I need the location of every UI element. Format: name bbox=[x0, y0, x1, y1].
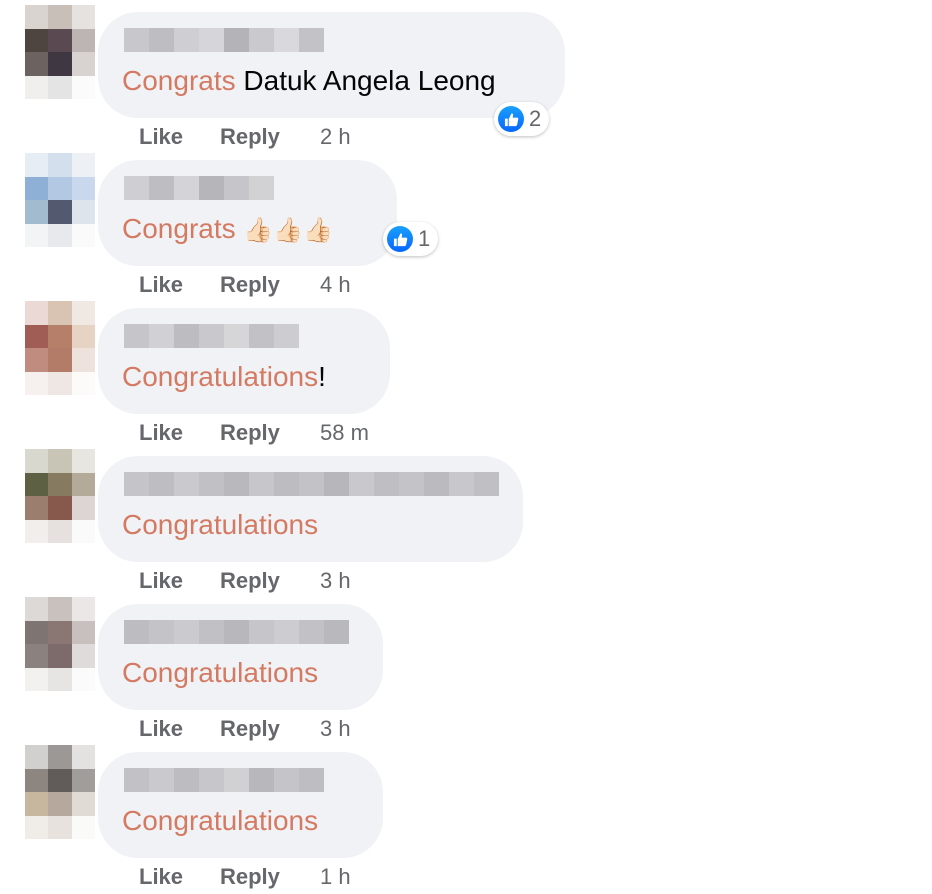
timestamp[interactable]: 1 h bbox=[320, 864, 351, 890]
commenter-name-blurred[interactable] bbox=[124, 28, 324, 52]
reply-link[interactable]: Reply bbox=[220, 568, 280, 594]
timestamp[interactable]: 4 h bbox=[320, 272, 351, 298]
avatar[interactable] bbox=[25, 301, 95, 395]
like-link[interactable]: Like bbox=[139, 272, 183, 298]
comment-rest: ! bbox=[318, 361, 326, 392]
comment-bubble: Congratulations! bbox=[98, 308, 390, 414]
like-link[interactable]: Like bbox=[139, 124, 183, 150]
comment-text: Congrats Datuk Angela Leong bbox=[122, 64, 496, 98]
reply-link[interactable]: Reply bbox=[220, 272, 280, 298]
comment-text: Congratulations bbox=[122, 508, 318, 542]
timestamp[interactable]: 3 h bbox=[320, 568, 351, 594]
like-link[interactable]: Like bbox=[139, 420, 183, 446]
avatar[interactable] bbox=[25, 153, 95, 247]
comment-highlight: Congratulations bbox=[122, 657, 319, 688]
reply-link[interactable]: Reply bbox=[220, 716, 280, 742]
comment-text: Congrats 👍🏻👍🏻👍🏻 bbox=[122, 212, 333, 248]
comment-highlight: Congrats bbox=[122, 65, 236, 96]
timestamp[interactable]: 58 m bbox=[320, 420, 369, 446]
comment-text: Congratulations bbox=[122, 804, 318, 838]
reply-link[interactable]: Reply bbox=[220, 420, 280, 446]
avatar[interactable] bbox=[25, 597, 95, 691]
commenter-name-blurred[interactable] bbox=[124, 472, 499, 496]
comment-bubble: Congrats 👍🏻👍🏻👍🏻 bbox=[98, 160, 397, 266]
commenter-name-blurred[interactable] bbox=[124, 768, 324, 792]
like-link[interactable]: Like bbox=[139, 716, 183, 742]
commenter-name-blurred[interactable] bbox=[124, 176, 274, 200]
comment-highlight: Congrats bbox=[122, 213, 236, 244]
comment-highlight: Congratulations bbox=[122, 509, 319, 540]
comment-highlight: Congratulations bbox=[122, 361, 319, 392]
thumbs-up-emoji: 👍🏻👍🏻👍🏻 bbox=[243, 217, 334, 244]
timestamp[interactable]: 3 h bbox=[320, 716, 351, 742]
like-link[interactable]: Like bbox=[139, 568, 183, 594]
avatar[interactable] bbox=[25, 449, 95, 543]
reaction-count-label: 2 bbox=[529, 106, 542, 131]
comment-bubble: Congrats Datuk Angela Leong bbox=[98, 12, 565, 118]
reply-link[interactable]: Reply bbox=[220, 864, 280, 890]
avatar[interactable] bbox=[25, 745, 95, 839]
comment-bubble: Congratulations bbox=[98, 456, 523, 562]
timestamp[interactable]: 2 h bbox=[320, 124, 351, 150]
commenter-name-blurred[interactable] bbox=[124, 324, 299, 348]
avatar[interactable] bbox=[25, 5, 95, 99]
comment-text: Congratulations! bbox=[122, 360, 326, 394]
commenter-name-blurred[interactable] bbox=[124, 620, 349, 644]
comment-bubble: Congratulations bbox=[98, 604, 383, 710]
like-thumb-icon bbox=[387, 226, 413, 252]
reaction-count-label: 1 bbox=[418, 226, 431, 251]
reply-link[interactable]: Reply bbox=[220, 124, 280, 150]
like-thumb-icon bbox=[498, 106, 524, 132]
comment-rest: Datuk Angela Leong bbox=[235, 65, 496, 96]
comment-text: Congratulations bbox=[122, 656, 318, 690]
reaction-count[interactable]: 1 bbox=[383, 222, 439, 256]
comment-highlight: Congratulations bbox=[122, 805, 319, 836]
reaction-count[interactable]: 2 bbox=[494, 102, 550, 136]
like-link[interactable]: Like bbox=[139, 864, 183, 890]
comment-bubble: Congratulations bbox=[98, 752, 383, 858]
